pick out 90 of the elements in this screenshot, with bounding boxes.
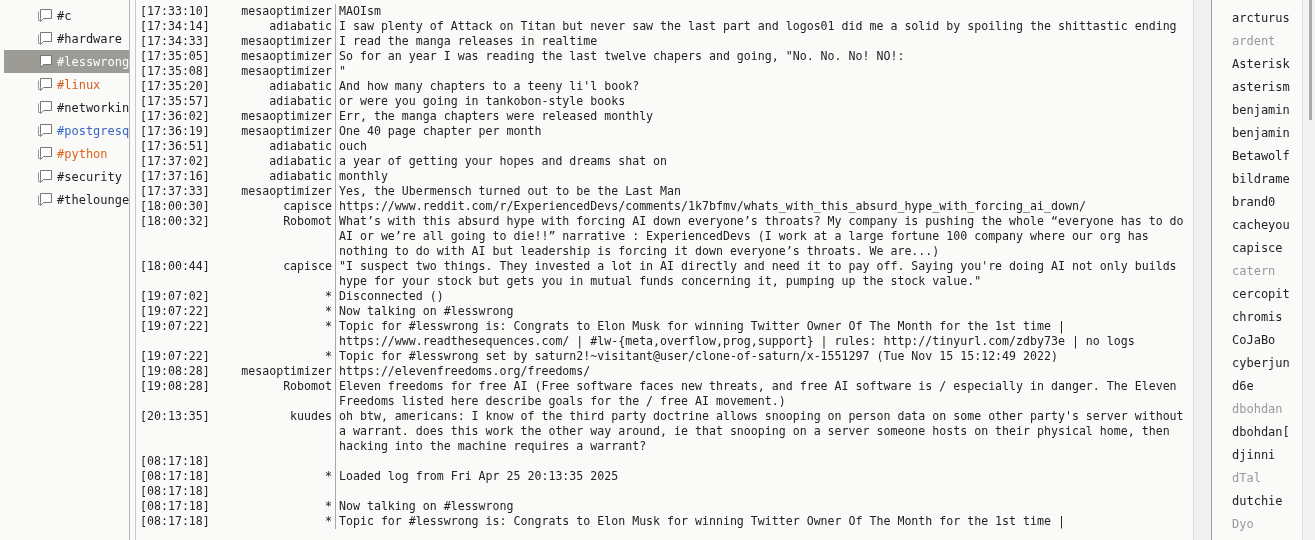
timestamp: [17:33:10] [140,4,211,19]
timestamp: [08:17:18] [140,484,211,499]
nick-label: adiabatic [268,154,333,169]
scrollbar-thumb[interactable] [1309,0,1312,120]
channel-item[interactable]: #postgresq [4,119,129,142]
nick-label: adiabatic [268,169,333,184]
timestamp: [08:17:18] [140,514,211,529]
timestamp: [20:13:35] [140,409,211,425]
nick-label: mesaoptimizer [240,109,333,124]
user-item[interactable]: dbohdan[ [1232,423,1302,446]
nick-label: adiabatic [268,19,333,34]
user-item[interactable]: capisce [1232,239,1302,262]
speech-bubble-icon [37,191,53,208]
user-item[interactable]: asterism [1232,78,1302,101]
timestamp: [17:36:19] [140,124,211,139]
timestamp: [19:07:22] [140,349,211,364]
nick-label: mesaoptimizer [240,34,333,49]
user-item[interactable]: cacheyou [1232,216,1302,239]
channel-item[interactable]: #security [4,165,129,188]
nick-label: adiabatic [268,139,333,154]
channel-item[interactable]: #thelounge [4,188,129,211]
user-item[interactable]: Asterisk [1232,55,1302,78]
user-item[interactable]: benjamin [1232,101,1302,124]
user-item[interactable]: arcturus [1232,9,1302,32]
scrollbar[interactable] [1302,0,1315,540]
channel-item[interactable]: #linux [4,73,129,96]
timestamp: [08:17:18] [140,499,211,514]
timestamp: [08:17:18] [140,469,211,484]
user-item[interactable]: cercopit [1232,285,1302,308]
user-item[interactable]: djinni [1232,446,1302,469]
nick-label: * [324,499,333,514]
nick-label: capisce [282,199,333,214]
nick-label: Robomot [282,214,333,230]
user-item[interactable]: bildrame [1232,170,1302,193]
nick-label: mesaoptimizer [240,124,333,139]
nick-label: kuudes [289,409,333,425]
speech-bubble-icon [37,168,53,185]
timestamp: [17:37:16] [140,169,211,184]
nick-label: Robomot [282,379,333,395]
timestamp: [19:07:22] [140,304,211,319]
speech-bubble-icon [37,53,53,70]
timestamp: [17:35:05] [140,49,211,64]
channel-item[interactable]: #c [4,4,129,27]
speech-bubble-icon [37,30,53,47]
nick-label: adiabatic [268,79,333,94]
speech-bubble-icon [37,145,53,162]
speech-bubble-icon [37,122,53,139]
nick-label: * [324,289,333,304]
user-item[interactable]: chromis [1232,308,1302,331]
nick-label: mesaoptimizer [240,4,333,19]
timestamp: [17:34:14] [140,19,211,34]
timestamp: [18:00:32] [140,214,211,230]
timestamp: [17:36:02] [140,109,211,124]
timestamp: [17:35:20] [140,79,211,94]
timestamp: [17:35:57] [140,94,211,109]
nick-label: mesaoptimizer [240,49,333,64]
user-item[interactable]: Betawolf [1232,147,1302,170]
timestamp: [19:08:28] [140,379,211,395]
nick-label: * [324,349,333,364]
nick-label: adiabatic [268,94,333,109]
timestamp: [17:37:02] [140,154,211,169]
timestamp: [17:36:51] [140,139,211,154]
nick-label: mesaoptimizer [240,364,333,379]
nick-label: capisce [282,259,333,275]
timestamp: [19:08:28] [140,364,211,379]
timestamp: [19:07:22] [140,319,211,335]
nick-label: mesaoptimizer [240,64,333,79]
channel-item[interactable]: #networkin [4,96,129,119]
user-item[interactable]: dutchie [1232,492,1302,515]
speech-bubble-icon [37,99,53,116]
speech-bubble-icon [37,7,53,24]
timestamp: [17:37:33] [140,184,211,199]
timestamp: [17:34:33] [140,34,211,49]
timestamp: [08:17:18] [140,454,211,469]
nick-label: * [324,304,333,319]
timestamp: [18:00:44] [140,259,211,275]
timestamp: [18:00:30] [140,199,211,214]
timestamp: [17:35:08] [140,64,211,79]
nick-label: * [324,514,333,529]
timestamp: [19:07:02] [140,289,211,304]
nick-label: mesaoptimizer [240,184,333,199]
speech-bubble-icon [37,76,53,93]
user-item[interactable]: d6e [1232,377,1302,400]
nick-label: * [324,469,333,484]
user-item[interactable]: CoJaBo [1232,331,1302,354]
user-item[interactable]: brand0 [1232,193,1302,216]
nick-label: * [324,319,333,335]
user-item[interactable]: cyberjun [1232,354,1302,377]
user-item[interactable]: benjamin [1232,124,1302,147]
channel-item[interactable]: #hardware [4,27,129,50]
